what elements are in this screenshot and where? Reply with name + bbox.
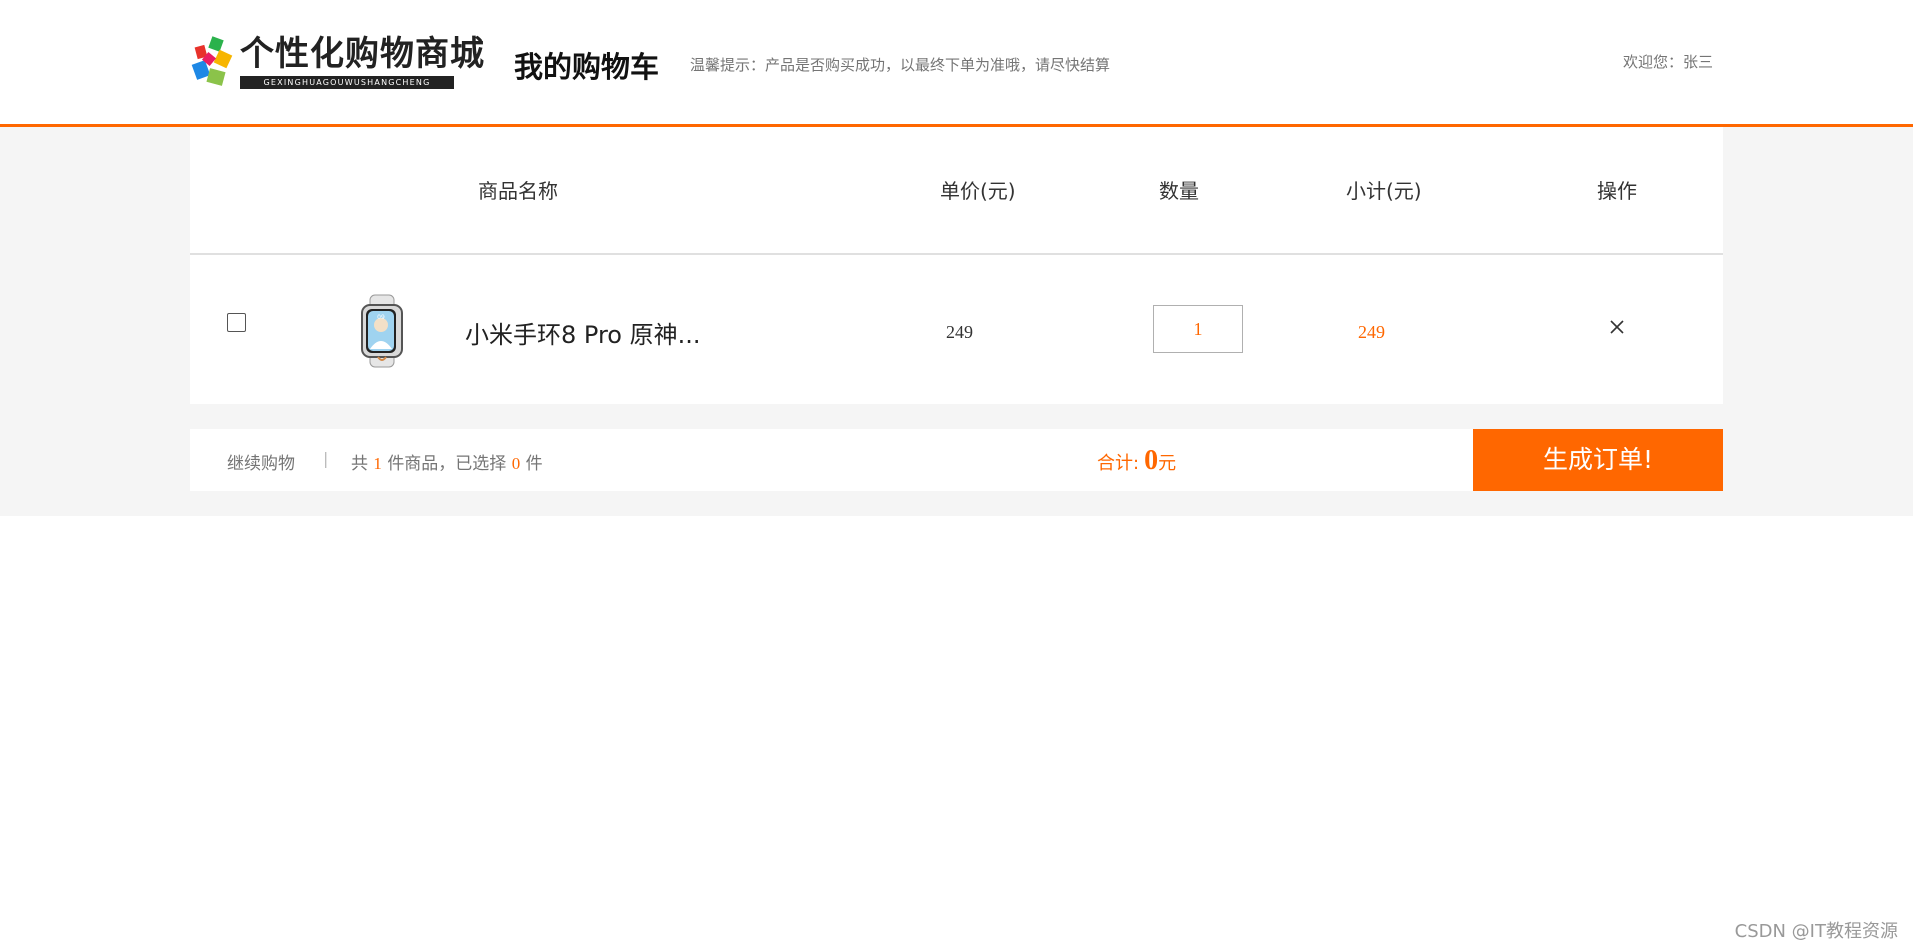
logo-mark-icon (191, 36, 233, 86)
column-header-quantity: 数量 (1159, 179, 1199, 203)
total-unit: 元 (1158, 453, 1177, 474)
table-header: 商品名称 单价(元) 数量 小计(元) 操作 (190, 127, 1723, 255)
column-header-price: 单价(元) (940, 179, 1016, 203)
total-amount: 0 (1144, 445, 1159, 476)
column-header-name: 商品名称 (478, 179, 558, 203)
total-label: 合计: (1097, 453, 1140, 474)
count-suffix: 件 (525, 454, 543, 474)
watermark: CSDN @IT教程资源 (1734, 921, 1898, 942)
divider: | (323, 449, 329, 468)
product-name[interactable]: 小米手环8 Pro 原神... (465, 315, 701, 350)
purchase-tip: 温馨提示：产品是否购买成功，以最终下单为准哦，请尽快结算 (690, 56, 1111, 74)
row-subtotal: 249 (1358, 322, 1385, 342)
total-item-count: 1 (373, 454, 382, 473)
count-prefix: 共 (351, 454, 368, 474)
create-order-button[interactable]: 生成订单! (1473, 429, 1723, 491)
quantity-input[interactable]: 1 (1153, 305, 1243, 353)
item-count-summary: 共 1 件商品，已选择 0 件 (351, 449, 543, 474)
delete-icon[interactable] (1603, 313, 1631, 341)
column-header-subtotal: 小计(元) (1346, 179, 1422, 203)
cart-area: 商品名称 单价(元) 数量 小计(元) 操作 09 小米手环8 Pro 原神..… (0, 127, 1913, 516)
cart-table: 商品名称 单价(元) 数量 小计(元) 操作 09 小米手环8 Pro 原神..… (190, 127, 1723, 404)
welcome-user: 欢迎您：张三 (1622, 53, 1713, 71)
table-row: 09 小米手环8 Pro 原神... 249 1 249 (190, 255, 1723, 404)
selected-item-count: 0 (511, 454, 521, 473)
count-mid: 件商品，已选择 (387, 454, 507, 474)
unit-price: 249 (946, 322, 973, 342)
site-header: 个性化购物商城 GEXINGHUAGOUWUSHANGCHENG 我的购物车 温… (0, 0, 1913, 127)
total-price: 合计: 0元 (1097, 445, 1176, 477)
logo-title: 个性化购物商城 (240, 34, 485, 74)
smart-band-image[interactable]: 09 (348, 293, 418, 369)
page-title: 我的购物车 (514, 50, 660, 84)
logo-subtitle: GEXINGHUAGOUWUSHANGCHENG (240, 76, 454, 89)
checkout-bar: 继续购物 | 共 1 件商品，已选择 0 件 合计: 0元 生成订单! (190, 429, 1723, 491)
item-checkbox[interactable] (227, 313, 246, 332)
column-header-action: 操作 (1597, 179, 1637, 203)
site-logo[interactable]: 个性化购物商城 GEXINGHUAGOUWUSHANGCHENG (190, 34, 484, 92)
svg-text:09: 09 (377, 314, 385, 321)
continue-shopping-link[interactable]: 继续购物 (227, 449, 295, 474)
